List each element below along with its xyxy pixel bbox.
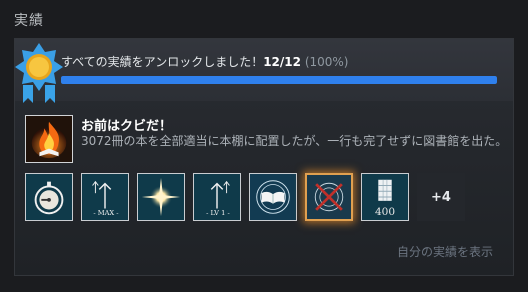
achievement-title: お前はクビだ！ xyxy=(81,119,173,134)
achievement-description: 3072冊の本を全部適当に本棚に配置したが、一行も完了せずに図書館を出た。 xyxy=(81,134,508,148)
summary-text: すべての実績をアンロックしました！12/12 (100%) xyxy=(61,53,348,70)
summary-label: すべての実績をアンロックしました！ xyxy=(61,55,264,69)
progress-fill xyxy=(61,76,497,84)
svg-text:- MAX -: - MAX - xyxy=(93,209,118,217)
sparkle-icon[interactable] xyxy=(137,173,185,221)
progress-bar xyxy=(61,76,497,84)
svg-text:- LV 1 -: - LV 1 - xyxy=(206,209,230,217)
achievement-summary: すべての実績をアンロックしました！12/12 (100%) xyxy=(15,39,513,103)
svg-text:400: 400 xyxy=(375,206,395,218)
summary-percent: (100%) xyxy=(304,55,349,69)
section-title: 実績 xyxy=(14,13,44,29)
flame-book-icon xyxy=(25,115,73,163)
bookshelf-400-icon[interactable]: 400 xyxy=(361,173,409,221)
achievements-panel: すべての実績をアンロックしました！12/12 (100%) お前はクビだ！ 30… xyxy=(14,38,514,276)
crossed-circle-icon[interactable] xyxy=(305,173,353,221)
medal-icon xyxy=(15,41,65,111)
arrow-max-icon[interactable]: - MAX - xyxy=(81,173,129,221)
summary-count: 12/12 xyxy=(263,55,301,69)
more-achievements-button[interactable]: +4 xyxy=(417,173,465,221)
stopwatch-icon[interactable] xyxy=(25,173,73,221)
open-book-circle-icon[interactable] xyxy=(249,173,297,221)
arrow-lv1-icon[interactable]: - LV 1 - xyxy=(193,173,241,221)
view-my-achievements-link[interactable]: 自分の実績を表示 xyxy=(397,243,493,260)
